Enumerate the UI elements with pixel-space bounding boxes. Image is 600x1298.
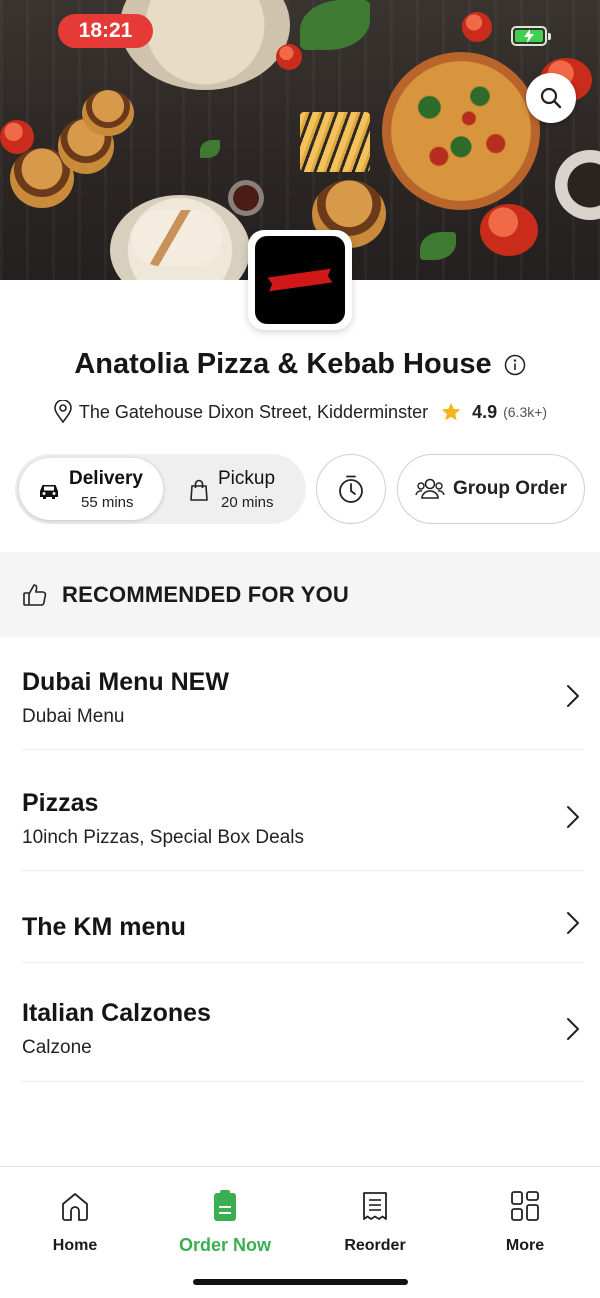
nav-reorder[interactable]: Reorder bbox=[315, 1189, 435, 1255]
car-icon bbox=[40, 485, 58, 499]
group-order-button[interactable]: Group Order bbox=[397, 454, 585, 524]
category-row[interactable]: The KM menu bbox=[22, 871, 584, 963]
chevron-right-icon bbox=[567, 1018, 579, 1040]
pickup-time: 20 mins bbox=[221, 494, 274, 511]
category-title: Pizzas bbox=[22, 789, 99, 817]
nav-more-label: More bbox=[505, 1237, 545, 1254]
address-row: The Gatehouse Dixon Street, Kidderminste… bbox=[0, 400, 600, 424]
nav-order-now[interactable]: Order Now bbox=[165, 1189, 285, 1256]
category-subtitle: Calzone bbox=[22, 1037, 92, 1058]
group-icon bbox=[415, 478, 445, 499]
recommended-section[interactable]: RECOMMENDED FOR YOU bbox=[0, 552, 600, 637]
category-row[interactable]: Italian Calzones Calzone bbox=[22, 963, 584, 1082]
status-time: 18:21 bbox=[58, 14, 153, 48]
rating-value: 4.9 bbox=[472, 401, 498, 422]
search-button[interactable] bbox=[526, 73, 576, 123]
group-order-label: Group Order bbox=[452, 478, 567, 499]
bottom-navigation: Home Order Now Reorder More bbox=[0, 1166, 600, 1298]
tomato-image bbox=[276, 44, 302, 70]
pickup-label: Pickup bbox=[218, 468, 276, 489]
info-icon[interactable] bbox=[504, 354, 526, 376]
fries-image bbox=[300, 112, 370, 172]
home-icon bbox=[62, 1193, 88, 1221]
category-row[interactable]: Dubai Menu NEW Dubai Menu bbox=[22, 638, 584, 750]
pizza-image bbox=[382, 52, 540, 210]
nav-home-label: Home bbox=[52, 1237, 98, 1254]
tomato-image bbox=[462, 12, 492, 42]
nav-order-now-label: Order Now bbox=[178, 1235, 271, 1255]
nav-more[interactable]: More bbox=[465, 1189, 585, 1255]
category-title: Dubai Menu NEW bbox=[22, 668, 229, 696]
chevron-right-icon bbox=[567, 685, 579, 707]
battery-icon bbox=[511, 26, 551, 46]
search-icon bbox=[540, 87, 562, 109]
delivery-label: Delivery bbox=[69, 468, 143, 489]
category-title: Italian Calzones bbox=[22, 999, 211, 1027]
grid-icon bbox=[511, 1191, 539, 1221]
bag-icon bbox=[190, 479, 208, 501]
star-icon bbox=[441, 402, 461, 421]
location-pin-icon bbox=[54, 400, 72, 424]
herb-image bbox=[300, 0, 370, 50]
category-subtitle: Dubai Menu bbox=[22, 706, 125, 727]
recommended-label: RECOMMENDED FOR YOU bbox=[62, 581, 349, 607]
tomato-image bbox=[0, 120, 34, 154]
order-mode-selector: Delivery 55 mins Pickup 20 mins bbox=[15, 454, 306, 524]
sauce-jar-image bbox=[228, 180, 264, 216]
category-row[interactable]: Pizzas 10inch Pizzas, Special Box Deals bbox=[22, 750, 584, 871]
burger-image bbox=[82, 90, 134, 136]
delivery-time: 55 mins bbox=[81, 494, 134, 511]
herb-image bbox=[420, 232, 456, 260]
pickup-option[interactable]: Pickup 20 mins bbox=[175, 458, 303, 520]
category-title: The KM menu bbox=[22, 913, 186, 941]
order-icon bbox=[214, 1190, 236, 1221]
chevron-right-icon bbox=[567, 806, 579, 828]
chevron-right-icon bbox=[567, 912, 579, 934]
thumbs-up-icon bbox=[23, 583, 47, 606]
restaurant-name: Anatolia Pizza & Kebab House bbox=[74, 348, 492, 380]
rating-count: (6.3k+) bbox=[503, 404, 548, 420]
restaurant-address: The Gatehouse Dixon Street, Kidderminste… bbox=[78, 401, 429, 422]
wrap-image bbox=[132, 210, 222, 266]
home-indicator[interactable] bbox=[193, 1279, 408, 1285]
herb-image bbox=[200, 140, 220, 158]
schedule-button[interactable] bbox=[316, 454, 386, 524]
category-subtitle: 10inch Pizzas, Special Box Deals bbox=[22, 827, 304, 848]
bowl-image bbox=[555, 150, 600, 220]
restaurant-logo bbox=[248, 230, 352, 330]
tomato-image bbox=[480, 204, 538, 256]
receipt-icon bbox=[363, 1192, 387, 1220]
restaurant-title-row: Anatolia Pizza & Kebab House bbox=[0, 348, 600, 381]
nav-reorder-label: Reorder bbox=[344, 1237, 406, 1254]
timer-icon bbox=[339, 475, 363, 503]
delivery-option[interactable]: Delivery 55 mins bbox=[19, 458, 163, 520]
nav-home[interactable]: Home bbox=[15, 1189, 135, 1255]
